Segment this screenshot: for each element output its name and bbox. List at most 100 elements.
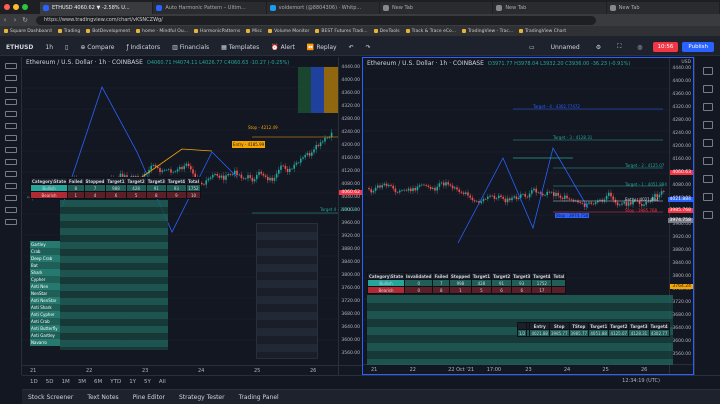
fullscreen-icon[interactable]: ⛶ [611, 43, 627, 51]
tab-stock-screener[interactable]: Stock Screener [28, 394, 73, 401]
bookmark-item[interactable]: home - Mindful Ou... [136, 29, 188, 34]
bookmark-item[interactable]: TradingView Chart [519, 29, 566, 34]
trash-icon[interactable] [4, 219, 17, 225]
maximize-window-button[interactable] [22, 4, 28, 10]
url-field[interactable]: https://www.tradingview.com/chart/vKSNCZ… [36, 15, 596, 25]
range-6m[interactable]: 6M [94, 379, 102, 385]
candle-body [421, 184, 423, 186]
candle-body [315, 144, 317, 150]
folder-icon [373, 29, 378, 33]
brush-icon[interactable] [4, 99, 17, 105]
crosshair-icon[interactable] [4, 63, 17, 69]
tab-strategy-tester[interactable]: Strategy Tester [179, 394, 225, 401]
publish-button[interactable]: Publish [682, 42, 714, 52]
target2-label: Target - 2 : 4125.07 [625, 163, 665, 168]
stats-table-left: Category\State Failed Stopped Target1 Ta… [29, 177, 201, 199]
reload-icon[interactable]: ↻ [20, 16, 30, 24]
browser-tab[interactable]: voldemort (@8804306) · Whitp... [266, 2, 380, 14]
bookmark-item[interactable]: BotDevelopment [86, 29, 130, 34]
camera-icon[interactable]: ◎ [631, 44, 648, 51]
chart-pane-right[interactable]: Ethereum / U.S. Dollar · 1h · COINBASE O3… [362, 57, 694, 375]
alerts-icon[interactable] [702, 85, 713, 93]
icons-icon[interactable] [4, 147, 17, 153]
bookmark-item[interactable]: Trading [57, 29, 80, 34]
watchlist-icon[interactable] [702, 67, 713, 75]
candle-body [183, 165, 185, 170]
hotlist-icon[interactable] [702, 121, 713, 129]
browser-tab[interactable]: New Tab [379, 2, 494, 14]
recording-timer[interactable]: 10:56 [652, 42, 679, 52]
close-window-button[interactable] [4, 4, 10, 10]
pattern-icon[interactable] [4, 123, 17, 129]
zoom-icon[interactable] [4, 171, 17, 177]
minimize-window-button[interactable] [13, 4, 19, 10]
ideas-icon[interactable] [702, 157, 713, 165]
magnet-icon[interactable] [4, 183, 17, 189]
tab-trading-panel[interactable]: Trading Panel [239, 394, 279, 401]
range-3m[interactable]: 3M [78, 379, 86, 385]
browser-tab[interactable]: New Tab [606, 2, 720, 14]
financials-button[interactable]: ▥ Financials [166, 44, 215, 51]
ruler-icon[interactable] [4, 159, 17, 165]
utc-clock[interactable]: 12:34:19 (UTC) [622, 378, 660, 384]
candle-body [605, 195, 608, 200]
back-arrow-icon[interactable]: ‹ [0, 16, 10, 24]
eye-icon[interactable] [4, 207, 17, 213]
bookmark-item[interactable]: DevTools [373, 29, 400, 34]
alert-button[interactable]: ⏰ Alert [265, 44, 301, 51]
trendline-icon[interactable] [4, 75, 17, 81]
symbol-search-button[interactable]: ETHUSD [0, 44, 39, 51]
notifications-icon[interactable] [702, 211, 713, 219]
tab-pine-editor[interactable]: Pine Editor [133, 394, 165, 401]
range-5d[interactable]: 5D [46, 379, 54, 385]
candle-body [511, 197, 513, 201]
interval-button[interactable]: 1h [39, 44, 59, 51]
candles-icon[interactable]: ▯ [59, 44, 74, 51]
tab-text-notes[interactable]: Text Notes [87, 394, 118, 401]
browser-tab[interactable]: Auto Harmonic Pattern – Ultim... [153, 2, 267, 14]
range-ytd[interactable]: YTD [110, 379, 121, 385]
bookmark-item[interactable]: Square Dashboard [4, 29, 52, 34]
table-cell: 1 [448, 286, 472, 294]
text-icon[interactable] [4, 111, 17, 117]
range-1y[interactable]: 1Y [129, 379, 136, 385]
browser-tab[interactable]: ETHUSD 4060.62 ▼ -2.58% U... [40, 2, 154, 14]
time-axis[interactable]: 21 22 23 24 25 26 [22, 365, 362, 375]
chart-pane-left[interactable]: Ethereum / U.S. Dollar · 1h · COINBASE O4… [22, 57, 362, 375]
bookmark-item[interactable]: Misc [246, 29, 262, 34]
time-axis[interactable]: 21 22 22 Oct '21 17:00 23 24 25 26 [363, 364, 693, 374]
settings-icon[interactable]: ⚙ [590, 44, 607, 51]
table-cell: 91 [490, 279, 513, 287]
prediction-icon[interactable] [4, 135, 17, 141]
layout-name-button[interactable]: Unnamed [545, 44, 586, 51]
price-axis[interactable]: 4440.00 4400.00 4360.00 4320.00 4280.00 4240.… [338, 57, 362, 375]
forward-arrow-icon[interactable]: › [10, 16, 20, 24]
lock-icon[interactable] [4, 195, 17, 201]
bookmark-item[interactable]: Volume Monitor [268, 29, 309, 34]
streams-icon[interactable] [702, 175, 713, 183]
range-all[interactable]: All [159, 379, 166, 385]
fib-icon[interactable] [4, 87, 17, 93]
range-1m[interactable]: 1M [61, 379, 69, 385]
candle-body [451, 185, 454, 189]
compare-button[interactable]: ⊕ Compare [74, 44, 120, 51]
table-header-cell: Target2 [490, 272, 513, 280]
bookmark-item[interactable]: Track & Trace eCo... [405, 29, 456, 34]
range-1d[interactable]: 1D [30, 379, 38, 385]
table-cell: 4302.77 [648, 329, 670, 337]
chat-icon[interactable] [702, 193, 713, 201]
indicators-button[interactable]: ƒ Indicators [120, 44, 166, 51]
templates-button[interactable]: ▦ Templates [215, 44, 265, 51]
bookmark-item[interactable]: TradingView - Trac... [461, 29, 513, 34]
redo-icon[interactable]: ↷ [360, 44, 377, 51]
candle-body [495, 198, 498, 199]
layout-icon[interactable]: ▭ [523, 44, 541, 51]
bookmark-item[interactable]: HarmonicPatterns [194, 29, 240, 34]
replay-button[interactable]: ⏪ Replay [301, 44, 343, 51]
calendar-icon[interactable] [702, 139, 713, 147]
data-window-icon[interactable] [702, 103, 713, 111]
undo-icon[interactable]: ↶ [343, 44, 360, 51]
range-5y[interactable]: 5Y [144, 379, 151, 385]
browser-tab[interactable]: New Tab [493, 2, 607, 14]
bookmark-item[interactable]: BEST Futures Tradi... [315, 29, 368, 34]
